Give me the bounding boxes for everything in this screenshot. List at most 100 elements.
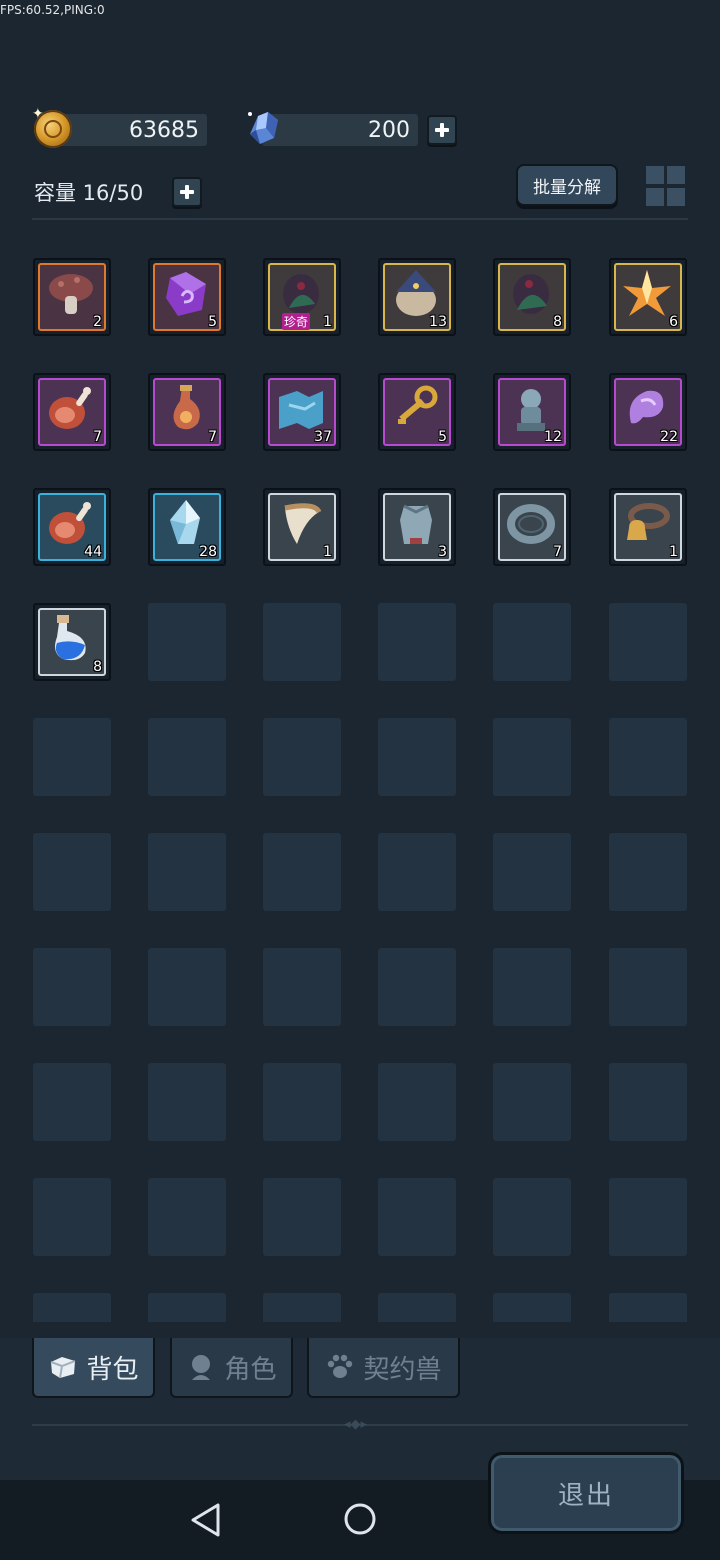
empty-slot[interactable]	[33, 833, 111, 911]
item-count: 1	[669, 544, 678, 560]
blue-potion-icon	[55, 615, 86, 661]
empty-slot[interactable]	[609, 718, 687, 796]
inventory-slot-ice-crystal[interactable]: 28	[148, 488, 226, 566]
grid-view-icon[interactable]	[646, 166, 686, 206]
item-count: 5	[208, 314, 217, 330]
inventory-slot-wizard-hat-egg[interactable]: 13	[378, 258, 456, 336]
inventory-slot-meat-drumstick[interactable]: 7	[33, 373, 111, 451]
empty-slot[interactable]	[148, 1063, 226, 1141]
empty-slot[interactable]	[263, 1063, 341, 1141]
empty-slot[interactable]	[378, 1063, 456, 1141]
empty-slot[interactable]	[493, 718, 571, 796]
item-count: 3	[438, 544, 447, 560]
inventory-slot-star-crystal[interactable]: 6	[609, 258, 687, 336]
inventory-slot-iron-armor[interactable]: 3	[378, 488, 456, 566]
empty-slot[interactable]	[493, 603, 571, 681]
empty-slot[interactable]	[263, 718, 341, 796]
empty-slot[interactable]	[33, 718, 111, 796]
tab-character[interactable]: 角色	[170, 1338, 293, 1398]
tab-label: 契约兽	[363, 1354, 442, 1385]
empty-slot[interactable]	[609, 948, 687, 1026]
empty-slot[interactable]	[263, 1293, 341, 1322]
empty-slot[interactable]	[263, 948, 341, 1026]
empty-slot[interactable]	[148, 1293, 226, 1322]
inventory-slot-blue-map-scroll[interactable]: 37	[263, 373, 341, 451]
inventory-slot-purple-rune-stone[interactable]: 5	[148, 258, 226, 336]
star-crystal-icon	[623, 270, 671, 316]
item-count: 5	[438, 429, 447, 445]
inventory-slot-golden-key[interactable]: 5	[378, 373, 456, 451]
empty-slot[interactable]	[609, 1293, 687, 1322]
empty-slot[interactable]	[148, 1178, 226, 1256]
inventory-slot-dark-leaf-egg-rare[interactable]: 珍奇 1	[263, 258, 341, 336]
item-count: 1	[323, 544, 332, 560]
expand-capacity-button[interactable]	[172, 177, 202, 207]
inventory-slot-bell-collar[interactable]: 1	[609, 488, 687, 566]
paw-icon	[328, 1354, 353, 1378]
inventory-slot-potion-flask[interactable]: 7	[148, 373, 226, 451]
inventory-slot-meat-drumstick[interactable]: 44	[33, 488, 111, 566]
empty-slot[interactable]	[378, 833, 456, 911]
ice-crystal-icon	[170, 500, 200, 544]
empty-slot[interactable]	[148, 948, 226, 1026]
meat-drumstick-icon	[49, 502, 91, 544]
backpack-icon	[51, 1357, 76, 1379]
empty-slot[interactable]	[378, 1178, 456, 1256]
inventory-screen: FPS:60.52,PING:0 63685 ✦ 200 容量 16/50 批量…	[0, 0, 720, 1560]
add-gem-button[interactable]	[427, 115, 457, 145]
item-count: 7	[93, 429, 102, 445]
empty-slot[interactable]	[33, 1178, 111, 1256]
tab-backpack[interactable]: 背包	[32, 1338, 155, 1398]
gem-amount: 200	[368, 117, 410, 143]
capacity-label: 容量 16/50	[34, 181, 144, 205]
character-icon	[192, 1355, 211, 1380]
item-count: 37	[314, 429, 332, 445]
inventory-slot-metal-ring[interactable]: 7	[493, 488, 571, 566]
empty-slot[interactable]	[493, 833, 571, 911]
empty-slot[interactable]	[148, 833, 226, 911]
empty-slot[interactable]	[263, 603, 341, 681]
exit-button[interactable]: 退出	[488, 1452, 684, 1534]
item-count: 7	[553, 544, 562, 560]
empty-slot[interactable]	[378, 1293, 456, 1322]
empty-slot[interactable]	[378, 603, 456, 681]
golden-key-icon	[398, 385, 438, 424]
empty-slot[interactable]	[33, 948, 111, 1026]
divider	[32, 218, 688, 220]
wizard-hat-egg-icon	[396, 270, 436, 316]
empty-slot[interactable]	[609, 603, 687, 681]
empty-slot[interactable]	[609, 1063, 687, 1141]
inventory-slot-stone-statue[interactable]: 12	[493, 373, 571, 451]
empty-slot[interactable]	[493, 948, 571, 1026]
inventory-slot-blue-potion[interactable]: 8	[33, 603, 111, 681]
inventory-slot-mushroom[interactable]: 2	[33, 258, 111, 336]
empty-slot[interactable]	[263, 833, 341, 911]
empty-slot[interactable]	[609, 833, 687, 911]
inventory-slot-dark-leaf-egg[interactable]: 8	[493, 258, 571, 336]
empty-slot[interactable]	[148, 603, 226, 681]
empty-slot[interactable]	[263, 1178, 341, 1256]
batch-decompose-button[interactable]: 批量分解	[516, 164, 618, 206]
empty-slot[interactable]	[493, 1293, 571, 1322]
blue-crystal-icon	[248, 112, 278, 144]
empty-slot[interactable]	[493, 1178, 571, 1256]
inventory-slot-purple-shell[interactable]: 22	[609, 373, 687, 451]
inventory-slot-fang-claw[interactable]: 1	[263, 488, 341, 566]
empty-slot[interactable]	[33, 1063, 111, 1141]
fps-readout: FPS:60.52,PING:0	[0, 3, 105, 17]
empty-slot[interactable]	[148, 718, 226, 796]
empty-slot[interactable]	[378, 718, 456, 796]
tab-contract-beast[interactable]: 契约兽	[307, 1338, 460, 1398]
home-icon[interactable]	[343, 1502, 377, 1536]
back-icon[interactable]	[190, 1502, 222, 1538]
item-count: 13	[429, 314, 447, 330]
empty-slot[interactable]	[609, 1178, 687, 1256]
empty-slot[interactable]	[33, 1293, 111, 1322]
stone-statue-icon	[517, 389, 545, 431]
item-count: 2	[93, 314, 102, 330]
empty-slot[interactable]	[378, 948, 456, 1026]
empty-slot[interactable]	[493, 1063, 571, 1141]
item-count: 12	[544, 429, 562, 445]
tab-label: 角色	[224, 1354, 277, 1385]
tab-label: 背包	[86, 1354, 139, 1385]
